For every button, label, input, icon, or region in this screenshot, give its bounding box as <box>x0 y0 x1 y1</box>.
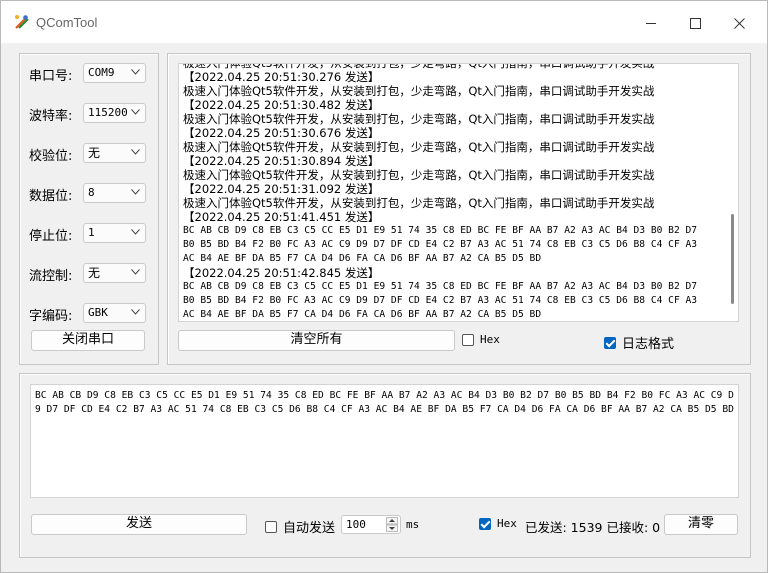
log-line: 【2022.04.25 20:51:30.482 发送】 <box>183 98 380 112</box>
encoding-label: 字编码: <box>29 309 73 324</box>
log-line: 极速入门体验Qt5软件开发，从安装到打包，少走弯路，Qt入门指南，串口调试助手开… <box>183 196 655 210</box>
interval-value: 100 <box>346 518 366 531</box>
baud-select[interactable]: 115200 <box>83 103 146 123</box>
maximize-button[interactable] <box>673 9 717 37</box>
flow-label: 流控制: <box>29 269 73 284</box>
send-hex-label: Hex <box>497 517 517 530</box>
close-window-button[interactable] <box>717 9 761 37</box>
log-line: 【2022.04.25 20:51:30.676 发送】 <box>183 126 380 140</box>
counter-status: 已发送: 1539 已接收: 0 <box>525 520 661 535</box>
spin-arrows-icon[interactable] <box>386 517 398 532</box>
close-icon <box>733 17 745 29</box>
log-line: 【2022.04.25 20:51:30.894 发送】 <box>183 154 380 168</box>
log-format-label: 日志格式 <box>622 337 675 352</box>
flow-select[interactable]: 无 <box>83 263 146 283</box>
receive-hex-checkbox[interactable]: Hex <box>462 333 500 346</box>
interval-spinbox[interactable]: 100 <box>341 515 401 534</box>
chevron-down-icon <box>131 149 140 155</box>
chevron-down-icon <box>131 69 140 75</box>
maximize-icon <box>689 17 701 29</box>
port-value: COM9 <box>88 66 115 79</box>
clear-all-button[interactable]: 清空所有 <box>178 330 455 351</box>
auto-send-box[interactable] <box>265 520 277 533</box>
chevron-down-icon <box>131 189 140 195</box>
log-line: 极速入门体验Qt5软件开发，从安装到打包，少走弯路，Qt入门指南，串口调试助手开… <box>183 168 655 182</box>
log-format-checkbox[interactable]: 日志格式 <box>604 333 674 352</box>
log-line: 极速入门体验Qt5软件开发，从安装到打包，少走弯路，Qt入门指南，串口调试助手开… <box>183 112 655 126</box>
clear-counter-button[interactable]: 清零 <box>664 514 738 535</box>
send-button[interactable]: 发送 <box>31 514 247 535</box>
port-label: 串口号: <box>29 69 73 84</box>
stopbits-select[interactable]: 1 <box>83 223 146 243</box>
app-window: QComTool 串口号: COM9 波特率: 115200 校验位: 无 数据… <box>0 0 768 573</box>
chevron-down-icon <box>131 229 140 235</box>
log-line: 【2022.04.25 20:51:30.276 发送】 <box>183 70 380 84</box>
log-line: 【2022.04.25 20:51:31.092 发送】 <box>183 182 380 196</box>
window-title: QComTool <box>36 15 98 30</box>
receive-hex-label: Hex <box>480 333 500 346</box>
send-hex-checkbox[interactable]: Hex <box>479 517 517 530</box>
log-line: BC AB CB D9 C8 EB C3 C5 CC E5 D1 E9 51 7… <box>183 225 698 236</box>
databits-label: 数据位: <box>29 189 73 204</box>
log-line: AC B4 AE BF DA B5 F7 CA D4 D6 FA CA D6 B… <box>183 309 542 320</box>
parity-select[interactable]: 无 <box>83 143 146 163</box>
databits-value: 8 <box>88 186 95 199</box>
baud-value: 115200 <box>88 106 128 119</box>
receive-log[interactable]: 极速入门体验Qt5软件开发，从安装到打包，少走弯路，Qt入门指南，串口调试助手开… <box>178 63 739 322</box>
log-format-box[interactable] <box>604 336 616 349</box>
log-line: 极速入门体验Qt5软件开发，从安装到打包，少走弯路，Qt入门指南，串口调试助手开… <box>183 140 655 154</box>
encoding-value: GBK <box>88 306 108 319</box>
baud-label: 波特率: <box>29 109 73 124</box>
app-logo-icon <box>15 15 29 29</box>
flow-value: 无 <box>88 266 101 280</box>
log-line: BC AB CB D9 C8 EB C3 C5 CC E5 D1 E9 51 7… <box>183 281 698 292</box>
port-select[interactable]: COM9 <box>83 63 146 83</box>
log-line: 极速入门体验Qt5软件开发，从安装到打包，少走弯路，Qt入门指南，串口调试助手开… <box>183 84 655 98</box>
log-line: 【2022.04.25 20:51:42.845 发送】 <box>183 266 380 280</box>
receive-log-content: 极速入门体验Qt5软件开发，从安装到打包，少走弯路，Qt入门指南，串口调试助手开… <box>183 63 723 321</box>
chevron-down-icon <box>131 109 140 115</box>
log-line: 极速入门体验Qt5软件开发，从安装到打包，少走弯路，Qt入门指南，串口调试助手开… <box>183 63 655 70</box>
encoding-select[interactable]: GBK <box>83 303 146 323</box>
auto-send-label: 自动发送 <box>283 521 336 536</box>
auto-send-checkbox[interactable]: 自动发送 <box>265 517 335 536</box>
log-line: B0 B5 BD B4 F2 B0 FC A3 AC C9 D9 D7 DF C… <box>183 239 698 250</box>
receive-hex-box[interactable] <box>462 333 474 346</box>
log-line: B0 B5 BD B4 F2 B0 FC A3 AC C9 D9 D7 DF C… <box>183 295 698 306</box>
log-line: 【2022.04.25 20:51:41.451 发送】 <box>183 210 380 224</box>
title-bar: QComTool <box>1 1 767 43</box>
parity-label: 校验位: <box>29 149 73 164</box>
stopbits-label: 停止位: <box>29 229 73 244</box>
log-line: AC B4 AE BF DA B5 F7 CA D4 D6 FA CA D6 B… <box>183 253 542 264</box>
close-port-button[interactable]: 关闭串口 <box>31 330 145 351</box>
send-input[interactable]: BC AB CB D9 C8 EB C3 C5 CC E5 D1 E9 51 7… <box>30 384 739 498</box>
stopbits-value: 1 <box>88 226 95 239</box>
chevron-down-icon <box>131 269 140 275</box>
receive-scrollbar[interactable] <box>731 214 734 304</box>
interval-unit: ms <box>406 518 420 531</box>
parity-value: 无 <box>88 146 101 160</box>
send-hex-box[interactable] <box>479 517 491 530</box>
databits-select[interactable]: 8 <box>83 183 146 203</box>
chevron-down-icon <box>131 309 140 315</box>
minimize-icon <box>645 22 656 24</box>
minimize-button[interactable] <box>629 9 673 37</box>
